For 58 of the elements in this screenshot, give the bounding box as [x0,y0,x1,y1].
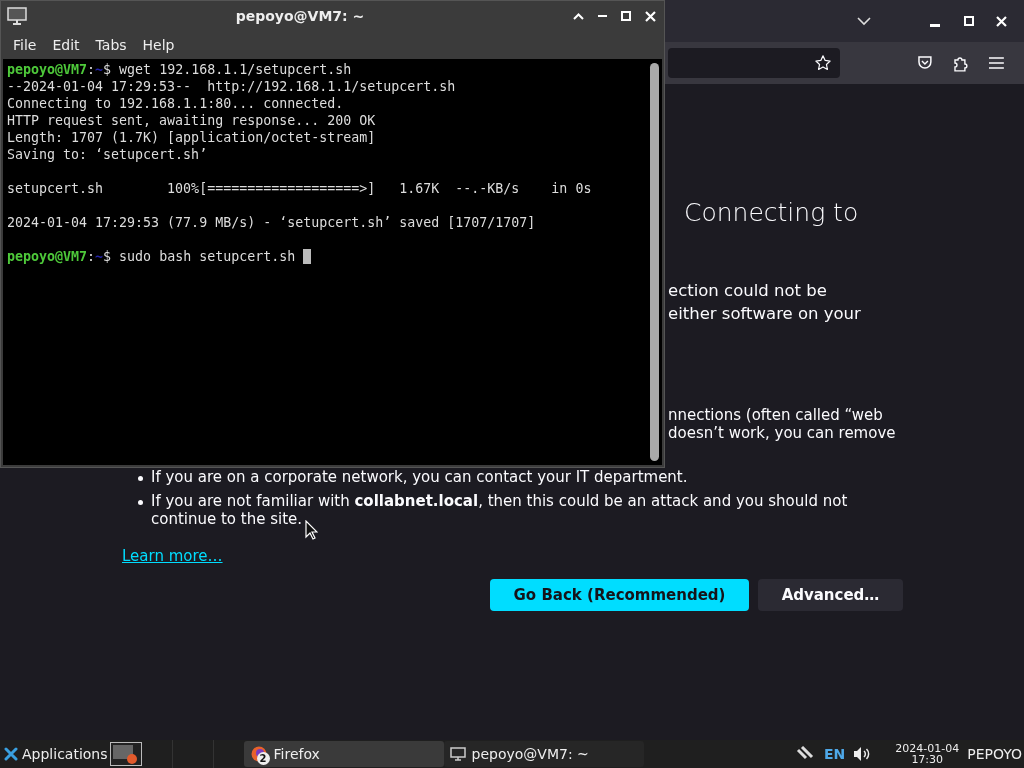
output-line: Saving to: ‘setupcert.sh’ [7,146,208,163]
taskbar-button[interactable]: pepoyo@VM7: ~ [443,741,644,767]
terminal-icon [449,747,466,761]
command-text: $ wget 192.168.1.1/setupcert.sh [103,61,352,78]
bullet-text: If you are on a corporate network, you can contact your IT department. [151,468,689,486]
advanced-button[interactable]: Advanced… [758,579,903,611]
user-name[interactable]: PEPOYO [967,746,1022,762]
puzzle-icon[interactable] [953,54,970,72]
output-line: Length: 1707 (1.7K) [application/octet-stream] [7,129,376,146]
scrollbar[interactable] [650,63,659,461]
prompt-user: pepoyo@VM7 [7,61,88,78]
go-back-button[interactable]: Go Back (Recommended) [490,579,749,611]
error-text: either software on your [668,303,861,325]
window-title: pepoyo@VM7: ~ [234,8,366,24]
prompt-separator: : [87,248,96,265]
menu-item[interactable]: Help [134,37,183,53]
menu-item[interactable]: Edit [44,37,88,53]
maximize-icon[interactable] [964,16,974,26]
taskbar-button[interactable]: 2 Firefox [243,741,444,767]
output-line: Connecting to 192.168.1.1:80... connected. [7,95,344,112]
error-text: nnections (often called “web [668,406,884,424]
close-icon[interactable] [645,10,656,22]
workspace-thumbnail[interactable] [109,742,142,766]
output-line: --2024-01-04 17:29:53-- http://192.168.1.1/setupcert.sh [7,78,456,95]
mouse-pointer-icon [305,520,318,540]
output-line: 2024-01-04 17:29:53 (77.9 MB/s) - ‘setupcert.sh’ saved [1707/1707] [7,214,536,231]
error-heading: Connecting to [684,197,859,229]
command-text: $ sudo bash setupcert.sh [103,248,296,265]
chevron-up-icon[interactable] [573,12,584,20]
error-text: doesn’t work, you can remove [668,424,896,442]
error-text: ection could not be [668,280,828,302]
bullet-icon [138,476,143,481]
menu-item[interactable]: File [5,37,45,53]
minimize-icon[interactable] [930,23,940,27]
maximize-icon[interactable] [621,11,631,21]
volume-icon[interactable] [853,746,872,762]
applications-icon [4,747,18,761]
text-cursor [303,249,312,264]
prompt-user: pepoyo@VM7 [7,248,88,265]
menu-item[interactable]: Tabs [87,37,135,53]
keyboard-layout[interactable]: EN [824,746,846,762]
clock-date: 2024-01-04 [895,743,960,754]
clock-time: 17:30 [911,754,944,765]
monitor-icon [7,7,27,25]
output-line: HTTP request sent, awaiting response... 200 OK [7,112,376,129]
chevron-down-icon[interactable] [857,16,871,26]
prompt-path: ~ [95,248,104,265]
learn-more-link[interactable]: Learn more… [122,547,223,565]
output-line: setupcert.sh 100%[===================>] 1.67K --.-KB/s in 0s [7,180,592,197]
pocket-icon[interactable] [917,55,934,71]
applications-menu[interactable]: Applications [0,740,110,768]
star-icon[interactable] [814,54,833,72]
bullet-icon [138,500,143,505]
close-icon[interactable] [996,15,1007,27]
prompt-path: ~ [95,61,104,78]
menu-icon[interactable] [989,57,1004,69]
prompt-separator: : [87,61,96,78]
bullet-text: If you are not familiar with collabnet.local, then this could be an attack and you should not continue to the site. [151,492,849,528]
